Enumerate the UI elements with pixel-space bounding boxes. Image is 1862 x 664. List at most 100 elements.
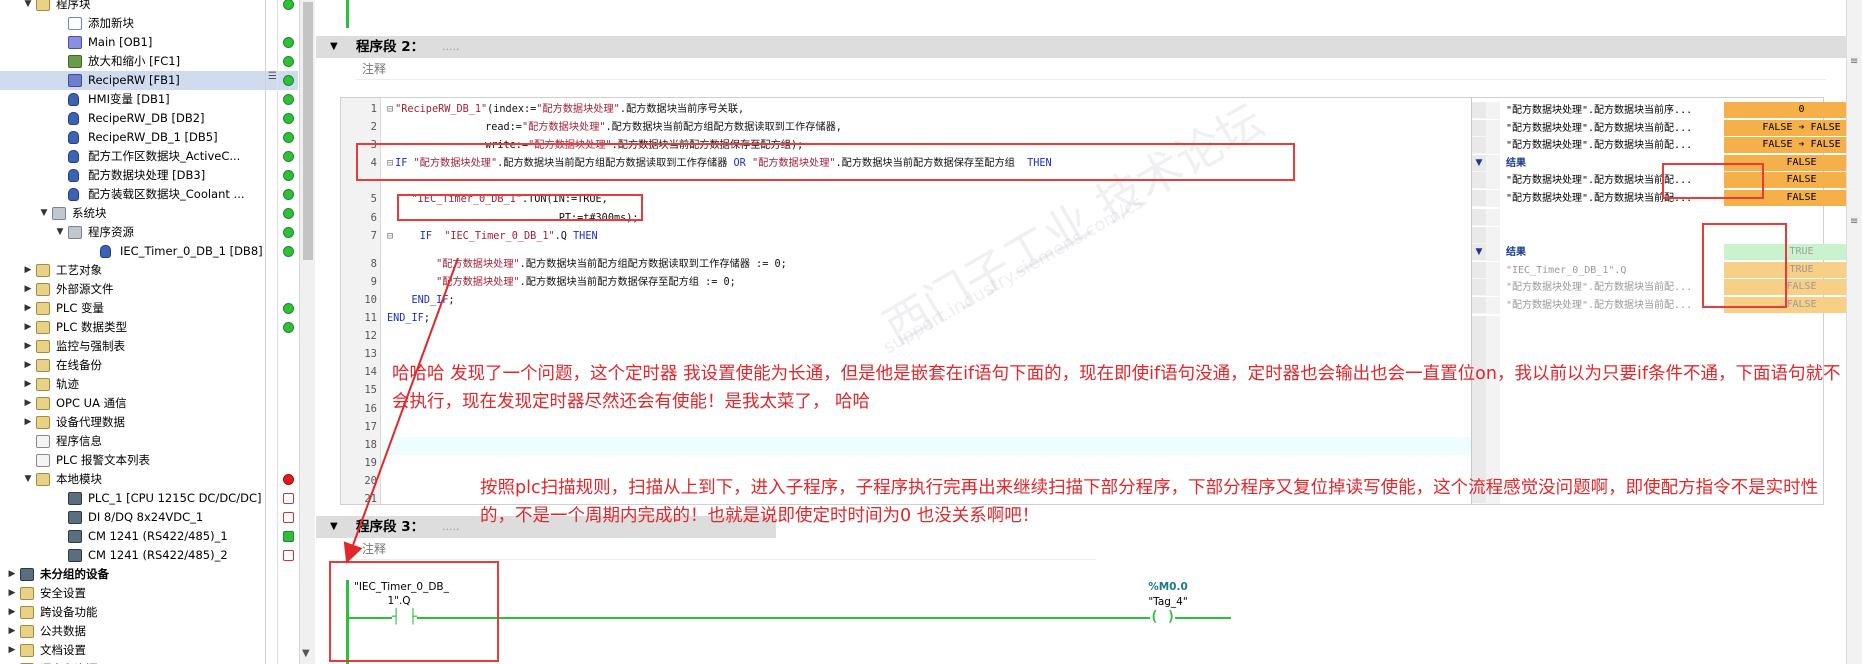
scroll-down-icon[interactable]: ▼: [302, 648, 310, 659]
status-green-icon: [283, 189, 294, 200]
expand-right-icon[interactable]: ▶: [22, 337, 34, 356]
coil-operand[interactable]: "Tag_4": [1128, 596, 1208, 608]
network-title-comment[interactable]: .....: [442, 516, 459, 538]
tree-menu-icon[interactable]: ☰: [268, 71, 277, 82]
tree-item[interactable]: ▶ 工艺对象: [0, 261, 298, 280]
tree-item[interactable]: RecipeRW_DB [DB2]: [0, 109, 298, 128]
tree-item[interactable]: ▶ 监控与强制表: [0, 337, 298, 356]
tree-item[interactable]: ▶ 安全设置: [0, 584, 298, 603]
tree-item[interactable]: ▶ 在线备份: [0, 356, 298, 375]
expand-right-icon[interactable]: ▶: [22, 394, 34, 413]
tree-item[interactable]: ▶ 文档设置: [0, 641, 298, 660]
expand-down-icon[interactable]: ▼: [54, 223, 66, 242]
tree-item[interactable]: HMI变量 [DB1]: [0, 90, 298, 109]
tree-scrollbar-thumb[interactable]: [303, 2, 313, 260]
expand-right-icon[interactable]: ▶: [6, 622, 18, 641]
folder-icon: [36, 359, 50, 372]
code-line[interactable]: ⊟ IF "IEC_Timer_0_DB_1".Q THEN: [387, 228, 598, 245]
tree-item[interactable]: PLC_1 [CPU 1215C DC/DC/DC]: [0, 489, 298, 508]
expand-down-icon[interactable]: ▼: [22, 470, 34, 489]
tree-item[interactable]: PLC 报警文本列表: [0, 451, 298, 470]
status-warn-icon: [283, 550, 294, 561]
expand-right-icon[interactable]: ▶: [6, 603, 18, 622]
tree-item[interactable]: ▶ 语言和资源: [0, 660, 298, 664]
tree-item-label: 添加新块: [88, 16, 134, 30]
tree-scrollbar[interactable]: ▼: [299, 0, 315, 664]
tree-item[interactable]: ▶ 设备代理数据: [0, 413, 298, 432]
expand-right-icon[interactable]: ▶: [22, 318, 34, 337]
fold-toggle-icon[interactable]: ⊟: [387, 104, 393, 115]
code-text: ;: [448, 294, 455, 306]
tree-item[interactable]: RecipeRW_DB_1 [DB5]: [0, 128, 298, 147]
collapse-arrow-icon[interactable]: ▼: [330, 36, 338, 58]
network-title-comment[interactable]: .....: [442, 36, 459, 58]
watch-gutter: [1486, 119, 1500, 137]
code-line[interactable]: read:="配方数据块处理".配方数据块当前配方组配方数据读取到工作存储器,: [387, 119, 842, 136]
expand-right-icon[interactable]: ▶: [6, 660, 18, 664]
expand-right-icon[interactable]: ▶: [6, 565, 18, 584]
tree-item[interactable]: ▶ OPC UA 通信: [0, 394, 298, 413]
expand-right-icon[interactable]: ▶: [22, 280, 34, 299]
tree-item[interactable]: 程序信息: [0, 432, 298, 451]
tree-item[interactable]: ▶ PLC 变量: [0, 299, 298, 318]
fold-toggle-icon[interactable]: ⊟: [387, 231, 393, 242]
tree-item[interactable]: 添加新块: [0, 14, 298, 33]
expand-right-icon[interactable]: ▶: [22, 375, 34, 394]
code-keyword: END_IF: [411, 294, 449, 306]
expand-down-icon[interactable]: ▼: [1472, 244, 1486, 261]
code-text: .配方数据块当前序号关联,: [619, 104, 745, 115]
expand-right-icon[interactable]: ▶: [22, 413, 34, 432]
tree-item[interactable]: 配方装载区数据块_Coolant ...: [0, 185, 298, 204]
tree-item[interactable]: 配方工作区数据块_ActiveC...: [0, 147, 298, 166]
watch-gutter: [1486, 209, 1500, 226]
tree-item[interactable]: ▶ PLC 数据类型: [0, 318, 298, 337]
collapse-arrow-icon[interactable]: ▼: [330, 516, 338, 538]
tree-item[interactable]: RecipeRW [FB1]: [0, 71, 298, 90]
tree-item[interactable]: ▼ 系统块: [0, 204, 298, 223]
status-red-icon: [283, 474, 294, 485]
tree-item[interactable]: IEC_Timer_0_DB_1 [DB8]: [0, 242, 298, 261]
editor-scrollbar[interactable]: ≡ ≡: [1846, 0, 1862, 664]
tree-item[interactable]: ▶ 未分组的设备: [0, 565, 298, 584]
tree-item[interactable]: ▼ 本地模块: [0, 470, 298, 489]
expand-right-icon[interactable]: ▶: [22, 299, 34, 318]
expand-right-icon[interactable]: ▶: [6, 584, 18, 603]
expand-down-icon[interactable]: ▼: [22, 0, 34, 14]
code-line[interactable]: END_IF;: [387, 292, 455, 309]
tree-item[interactable]: ▶ 跨设备功能: [0, 603, 298, 622]
expand-down-icon[interactable]: ▼: [1472, 154, 1486, 172]
output-coil[interactable]: ( ): [1150, 609, 1176, 625]
watch-gutter: [1472, 279, 1486, 296]
tree-item[interactable]: ▶ 公共数据: [0, 622, 298, 641]
code-line[interactable]: "配方数据块处理".配方数据块当前配方数据保存至配方组 := 0;: [387, 274, 736, 291]
expand-right-icon[interactable]: ▶: [22, 261, 34, 280]
tree-item[interactable]: CM 1241 (RS422/485)_1: [0, 527, 298, 546]
watch-operand: 结果: [1506, 247, 1526, 258]
tree-item[interactable]: CM 1241 (RS422/485)_2: [0, 546, 298, 565]
code-line[interactable]: "配方数据块处理".配方数据块当前配方组配方数据读取到工作存储器 := 0;: [387, 256, 787, 273]
code-line[interactable]: END_IF;: [387, 310, 430, 327]
scroll-marker-icon[interactable]: ≡: [1850, 56, 1858, 67]
tree-item[interactable]: ▼ 程序块: [0, 0, 298, 14]
tree-item[interactable]: 配方数据块处理 [DB3]: [0, 166, 298, 185]
expand-right-icon[interactable]: ▶: [6, 641, 18, 660]
line-number: 12: [364, 330, 377, 343]
network-comment-field[interactable]: 注释: [356, 58, 1826, 80]
code-line[interactable]: ⊟ "RecipeRW_DB_1"(index:="配方数据块处理".配方数据块当…: [387, 101, 744, 118]
scroll-marker-icon[interactable]: ≡: [1850, 216, 1858, 227]
tree-item[interactable]: Main [OB1]: [0, 33, 298, 52]
tree-item[interactable]: ▶ 轨迹: [0, 375, 298, 394]
network-2-header[interactable]: ▼ 程序段 2： .....: [316, 36, 1846, 58]
expand-down-icon[interactable]: ▼: [38, 204, 50, 223]
network-comment-field[interactable]: 注释: [356, 538, 1096, 560]
tree-item[interactable]: 放大和缩小 [FC1]: [0, 52, 298, 71]
tree-item[interactable]: DI 8/DQ 8x24VDC_1: [0, 508, 298, 527]
expand-right-icon[interactable]: ▶: [22, 356, 34, 375]
folder-icon: [36, 264, 50, 277]
tree-item[interactable]: ▶ 外部源文件: [0, 280, 298, 299]
tree-item[interactable]: ▼ 程序资源: [0, 223, 298, 242]
tree-item-label: PLC_1 [CPU 1215C DC/DC/DC]: [88, 491, 262, 505]
line-number: 14: [364, 366, 377, 379]
